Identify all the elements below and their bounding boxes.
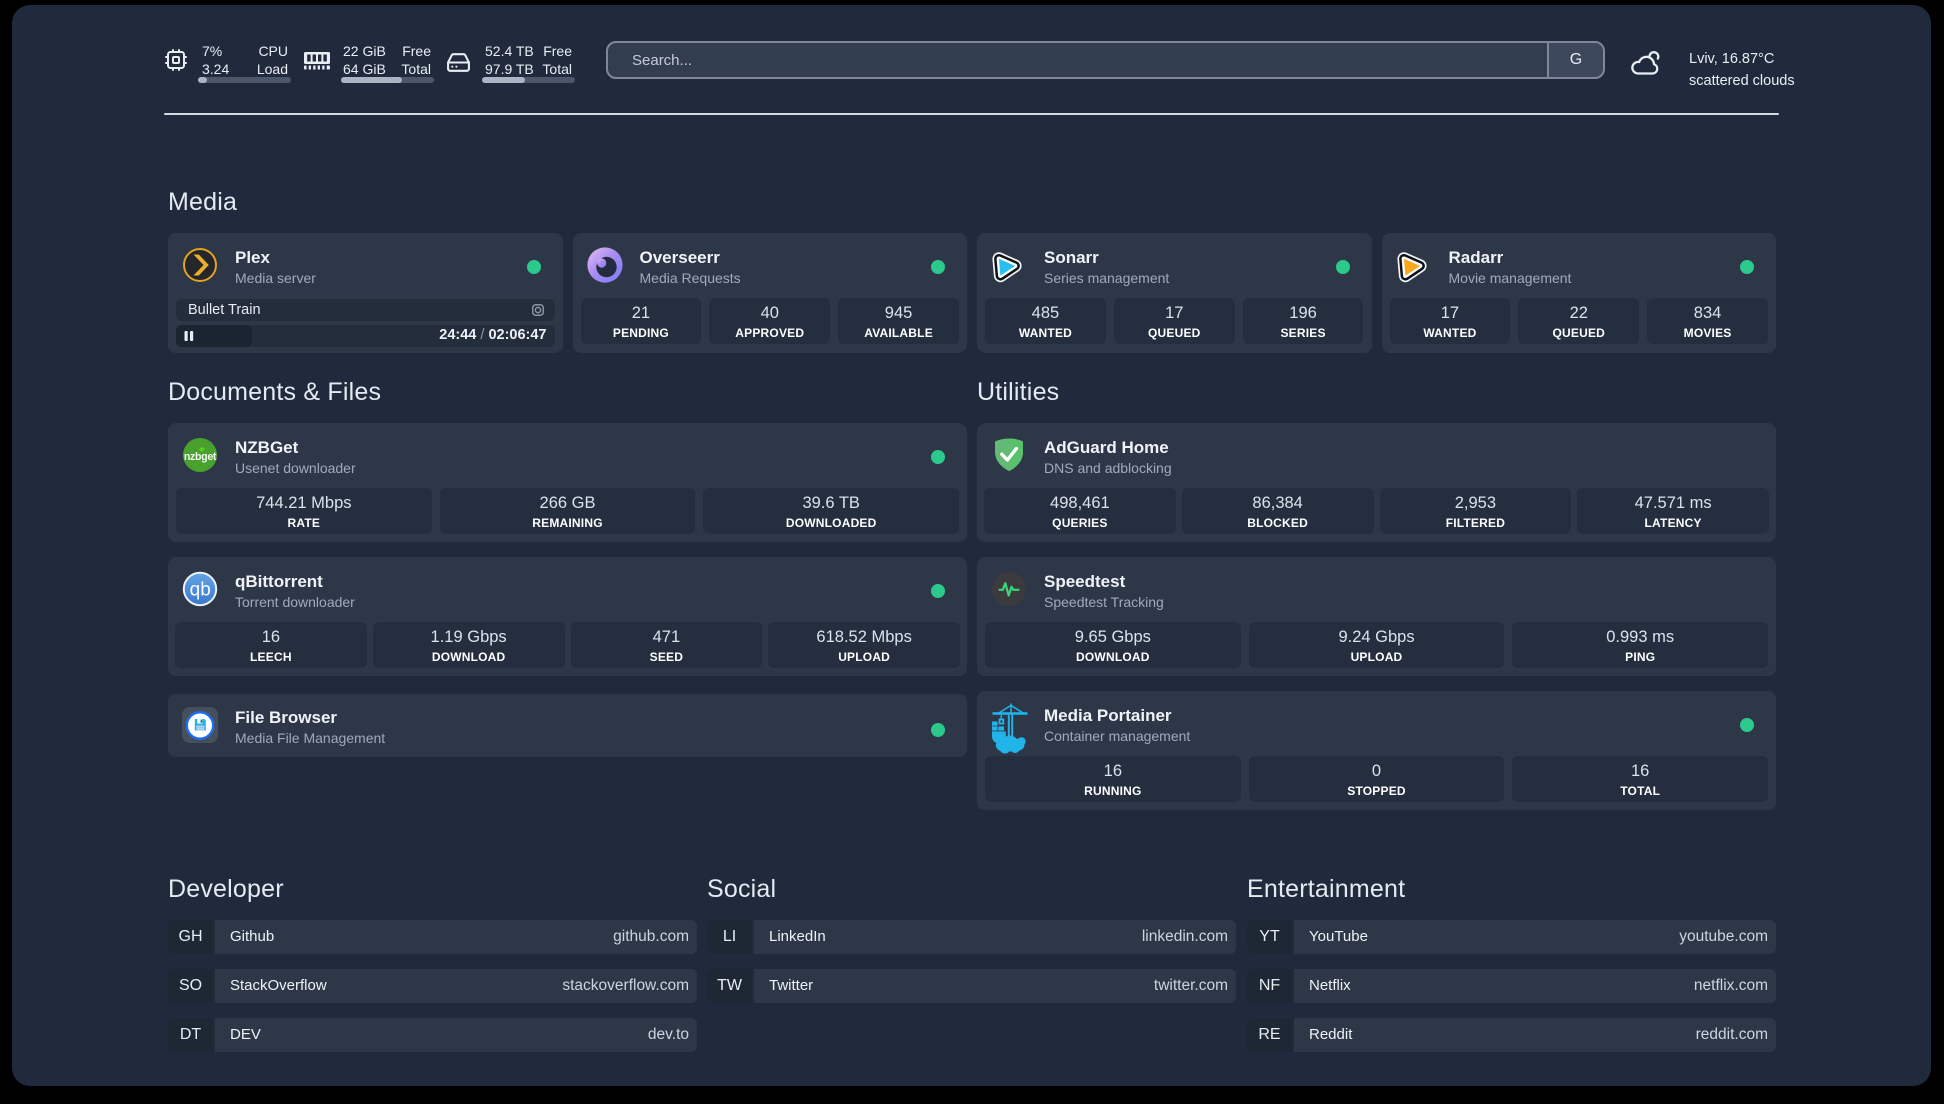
svg-text:qb: qb [190, 580, 211, 601]
svg-text:nzbget: nzbget [184, 451, 217, 463]
